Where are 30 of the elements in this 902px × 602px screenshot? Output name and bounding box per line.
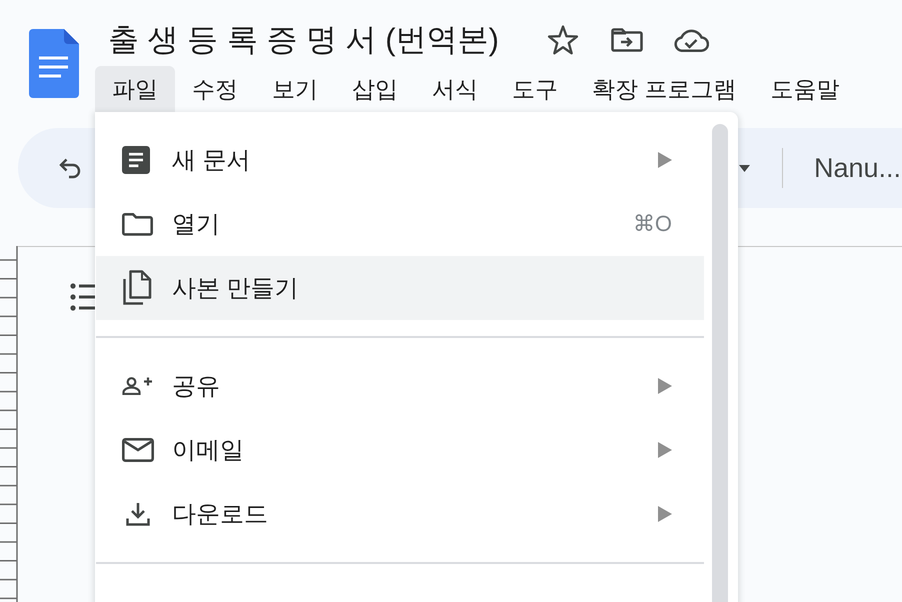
menu-bar-item[interactable]: 도구 <box>495 66 575 112</box>
bulleted-list-icon[interactable] <box>70 282 96 312</box>
document-icon <box>122 146 150 174</box>
menu-bar-item[interactable]: 확장 프로그램 <box>575 66 754 112</box>
menu-item[interactable]: 이메일 <box>96 418 704 482</box>
scrollbar[interactable] <box>712 124 728 602</box>
document-title[interactable]: 출 생 등 록 증 명 서 (번역본) <box>108 20 499 60</box>
font-selector[interactable]: Nanu... <box>814 152 902 184</box>
caret-down-icon[interactable] <box>739 164 750 172</box>
menu-bar-item[interactable]: 도움말 <box>753 66 856 112</box>
menu-bar-item[interactable]: 파일 <box>95 66 175 112</box>
star-icon[interactable] <box>546 25 579 55</box>
menu-bar-item[interactable]: 삽입 <box>335 66 415 112</box>
undo-icon[interactable] <box>58 157 82 179</box>
download-icon <box>126 502 150 526</box>
menu-bar-item[interactable]: 보기 <box>255 66 335 112</box>
menu-item[interactable]: 다운로드 <box>96 482 704 546</box>
document-app-icon[interactable] <box>29 29 79 98</box>
folder-icon <box>122 212 153 236</box>
menu-item[interactable]: 공유 <box>96 354 704 418</box>
menu-item[interactable]: 새 문서 <box>96 128 704 192</box>
folder-arrow-icon[interactable] <box>610 28 643 52</box>
cloud-check-icon[interactable] <box>672 28 709 52</box>
menu-bar-item[interactable]: 서식 <box>415 66 495 112</box>
menu-bar-item[interactable]: 수정 <box>175 66 255 112</box>
menu-item[interactable]: 사본 만들기 <box>96 256 704 320</box>
copy-icon <box>122 270 152 306</box>
menu-item[interactable]: 열기 ⌘O <box>96 192 704 256</box>
keyboard-shortcut: ⌘O <box>632 211 672 237</box>
mail-icon <box>122 438 154 462</box>
